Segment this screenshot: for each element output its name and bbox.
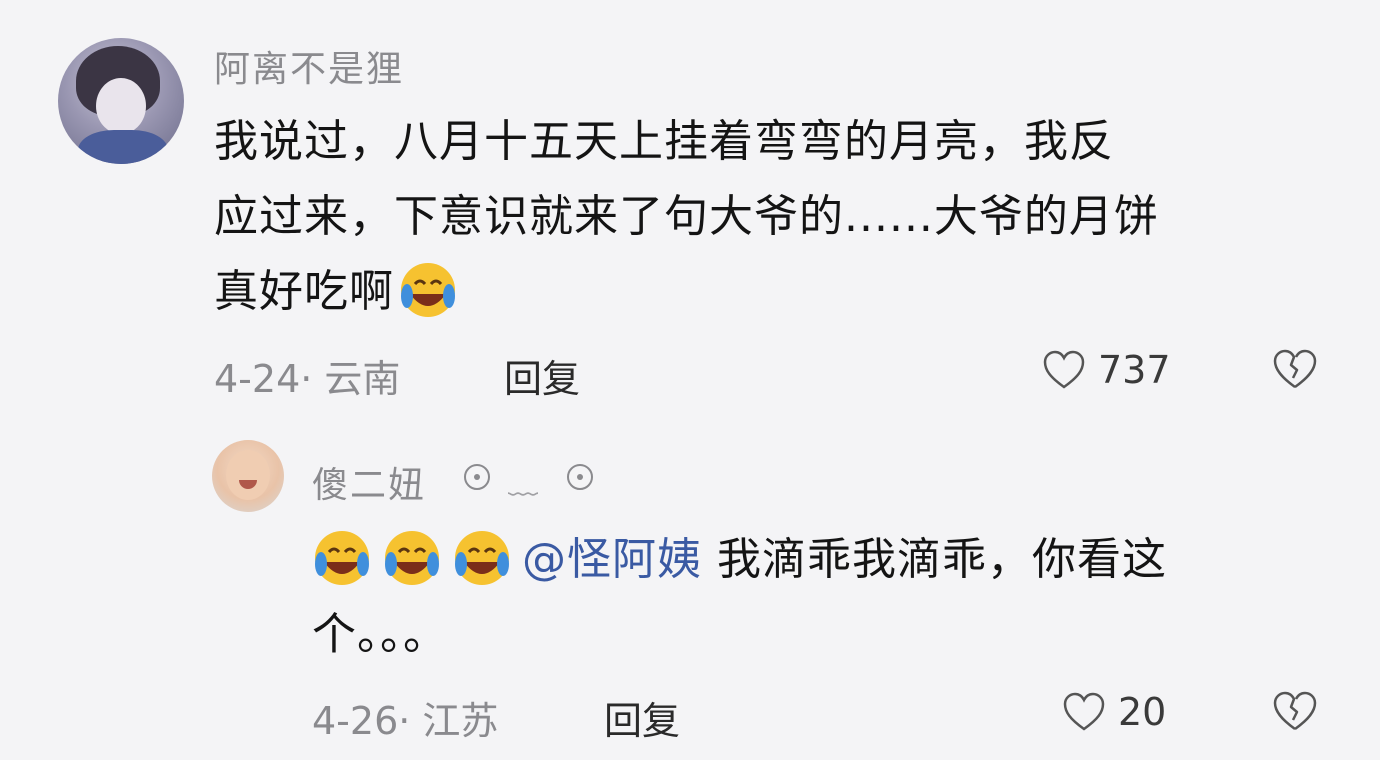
laugh-cry-emoji-icon bbox=[315, 531, 369, 585]
comment-line-text: 真好吃啊 bbox=[214, 266, 394, 317]
comment-line: 我说过，八月十五天上挂着弯弯的月亮，我反 bbox=[214, 116, 1114, 167]
like-button[interactable]: 737 bbox=[1042, 348, 1171, 392]
reply-button[interactable]: 回复 bbox=[504, 348, 580, 403]
avatar[interactable] bbox=[58, 38, 184, 164]
reply-username[interactable]: 傻二妞 bbox=[312, 456, 426, 508]
reply-date-location: 4-26· 江苏 bbox=[312, 699, 499, 743]
reply-text-line1: 我滴乖我滴乖，你看这 bbox=[717, 534, 1167, 585]
comment-username[interactable]: 阿离不是狸 bbox=[214, 40, 404, 92]
like-count: 20 bbox=[1118, 690, 1167, 734]
reply-line: 个。。。 bbox=[312, 609, 448, 660]
heart-icon bbox=[1043, 350, 1085, 389]
comment-thread: 阿离不是狸 我说过，八月十五天上挂着弯弯的月亮，我反 应过来，下意识就来了句大爷… bbox=[0, 0, 1380, 760]
reply-line: @怪阿姨 我滴乖我滴乖，你看这 bbox=[312, 520, 1332, 595]
dislike-button[interactable] bbox=[1272, 690, 1318, 736]
reply-button[interactable]: 回复 bbox=[604, 690, 680, 745]
heart-icon bbox=[1063, 692, 1105, 731]
like-button[interactable]: 20 bbox=[1062, 690, 1166, 734]
comment-line: 真好吃啊 bbox=[214, 254, 1334, 329]
mention-link[interactable]: @怪阿姨 bbox=[522, 534, 702, 585]
comment-body: 我说过，八月十五天上挂着弯弯的月亮，我反 应过来，下意识就来了句大爷的.....… bbox=[214, 104, 1334, 329]
laugh-cry-emoji-icon bbox=[385, 531, 439, 585]
like-count: 737 bbox=[1098, 348, 1171, 392]
comment-line: 应过来，下意识就来了句大爷的......大爷的月饼 bbox=[214, 191, 1159, 242]
laugh-cry-emoji-icon bbox=[401, 263, 455, 317]
reply-avatar[interactable] bbox=[212, 440, 284, 512]
comment-date-location: 4-24· 云南 bbox=[214, 357, 401, 401]
badge-icon bbox=[565, 462, 595, 500]
reply-body: @怪阿姨 我滴乖我滴乖，你看这 个。。。 bbox=[312, 520, 1332, 670]
broken-heart-icon bbox=[1273, 349, 1317, 389]
laugh-cry-emoji-icon bbox=[455, 531, 509, 585]
username-suffix: ﹏ bbox=[508, 466, 538, 501]
broken-heart-icon bbox=[1273, 691, 1317, 731]
badge-icon bbox=[462, 462, 492, 500]
dislike-button[interactable] bbox=[1272, 348, 1318, 394]
